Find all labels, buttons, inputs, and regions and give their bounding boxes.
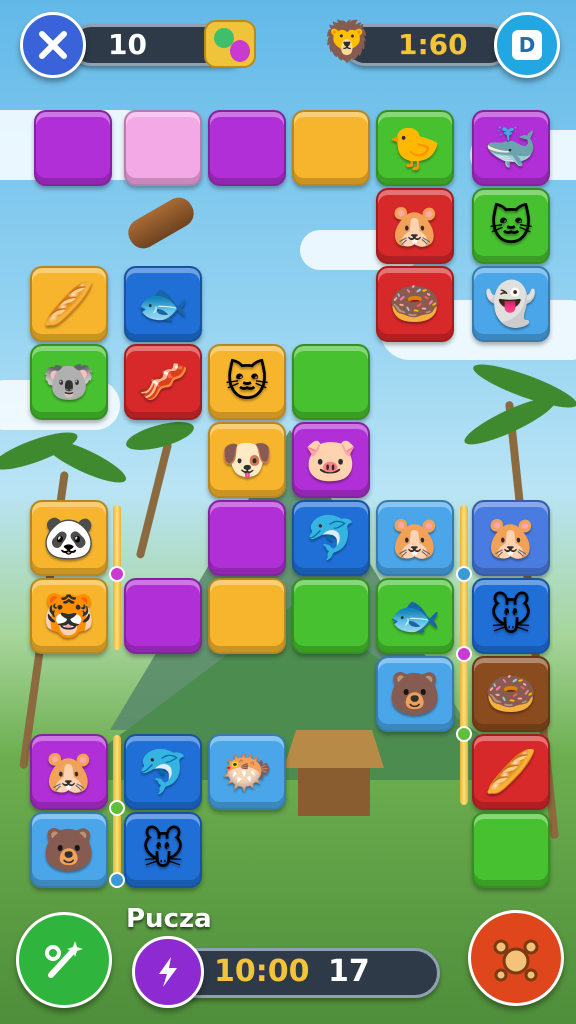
tile-animal-icon: 🐤 [388, 123, 442, 172]
tile-animal-icon: 🐭 [489, 591, 533, 640]
paw-icon [493, 939, 539, 982]
board-tile[interactable]: 🐬 [292, 500, 370, 576]
tile-animal-icon: 👻 [484, 279, 538, 328]
tile-animal-icon: 🐹 [42, 747, 96, 796]
board-tile[interactable] [124, 578, 202, 654]
tile-animal-icon: 🐨 [42, 357, 96, 406]
tile-animal-icon: 🐟 [388, 591, 442, 640]
board-tile[interactable]: 🐹 [376, 188, 454, 264]
tile-animal-icon: 🥖 [484, 747, 538, 796]
link-node [109, 872, 125, 888]
board-tile[interactable]: 🐶 [208, 422, 286, 498]
tile-animal-icon: 🐬 [136, 747, 190, 796]
link-node [456, 726, 472, 742]
board-tile[interactable]: 🐬 [124, 734, 202, 810]
moves-counter: 10 [108, 28, 147, 61]
balloon-icon [204, 20, 256, 68]
board-tile[interactable] [472, 812, 550, 888]
board-tile[interactable]: 🐼 [30, 500, 108, 576]
board-tile[interactable] [208, 500, 286, 576]
board-tile[interactable]: 🍩 [472, 656, 550, 732]
tile-animal-icon: 🐬 [304, 513, 358, 562]
board-tile[interactable]: 🐭 [124, 812, 202, 888]
link-node [456, 566, 472, 582]
board-tile[interactable]: 👻 [472, 266, 550, 342]
lightning-button[interactable] [132, 936, 204, 1008]
board-tile[interactable] [34, 110, 112, 186]
fox-avatar-icon: 🦁 [322, 19, 372, 65]
tile-animal-icon: 🐳 [484, 123, 538, 172]
player-name: Pucza [126, 904, 212, 934]
tile-animal-icon: 🥓 [136, 357, 190, 406]
wand-button[interactable] [16, 912, 112, 1008]
board-tile[interactable]: 🐨 [30, 344, 108, 420]
board-tile[interactable]: 🐤 [376, 110, 454, 186]
wand-sparkle-icon [45, 941, 83, 978]
tile-animal-icon: 🐭 [141, 825, 185, 874]
board-tile[interactable]: 🐯 [30, 578, 108, 654]
board-tile[interactable]: 🐹 [30, 734, 108, 810]
tile-animal-icon: 🐶 [220, 435, 274, 484]
link-node [109, 566, 125, 582]
tile-animal-icon: 🥖 [42, 279, 96, 328]
board-tile[interactable]: 🐡 [208, 734, 286, 810]
board-tile[interactable]: 🥓 [124, 344, 202, 420]
tile-animal-icon: 🐱 [489, 201, 533, 250]
tile-animal-icon: 🐼 [42, 513, 96, 562]
lightning-icon [159, 957, 177, 987]
badge-label: D [518, 33, 536, 57]
close-button[interactable] [20, 12, 86, 78]
link-node [109, 800, 125, 816]
tile-animal-icon: 🐹 [484, 513, 538, 562]
board-tile[interactable]: 🐹 [472, 500, 550, 576]
board-tile[interactable] [292, 110, 370, 186]
board-tile[interactable]: 🐻 [30, 812, 108, 888]
board-tile[interactable] [124, 110, 202, 186]
tile-animal-icon: 🍩 [484, 669, 538, 718]
tile-animal-icon: 🐹 [388, 513, 442, 562]
tile-animal-icon: 🐱 [225, 357, 269, 406]
tile-animal-icon: 🐡 [220, 747, 274, 796]
board-tile[interactable] [208, 110, 286, 186]
time-display: 10:00 [214, 954, 310, 989]
board-tile[interactable] [292, 578, 370, 654]
board-tile[interactable]: 🐱 [208, 344, 286, 420]
timer-text: 1:60 [398, 28, 468, 61]
board-tile[interactable]: 🍩 [376, 266, 454, 342]
badge-button[interactable]: D [494, 12, 560, 78]
board-tile[interactable]: 🐟 [376, 578, 454, 654]
board-tile[interactable]: 🐭 [472, 578, 550, 654]
close-icon [39, 31, 67, 59]
board-tile[interactable] [292, 344, 370, 420]
tile-animal-icon: 🐹 [388, 201, 442, 250]
tile-animal-icon: 🐯 [42, 591, 96, 640]
board-tile[interactable]: 🐳 [472, 110, 550, 186]
board-tile[interactable]: 🐷 [292, 422, 370, 498]
board-tile[interactable]: 🥖 [472, 734, 550, 810]
tile-animal-icon: 🍩 [388, 279, 442, 328]
board-tile[interactable] [208, 578, 286, 654]
tile-animal-icon: 🐻 [388, 669, 442, 718]
tile-animal-icon: 🐻 [42, 825, 96, 874]
paw-button[interactable] [468, 910, 564, 1006]
link-node [456, 646, 472, 662]
board-tile[interactable]: 🥖 [30, 266, 108, 342]
tile-animal-icon: 🐟 [136, 279, 190, 328]
board-tile[interactable]: 🐻 [376, 656, 454, 732]
board-tile[interactable]: 🐱 [472, 188, 550, 264]
count-display: 17 [328, 954, 370, 989]
wood-log-icon [123, 192, 199, 254]
game-screen: 10 🦁 1:60 D 🐤 🐳 🐹 🐱 🥖 🐟 🍩 👻 🐨 🥓 🐱 🐶 🐷 🐼 🐬 🐹 🐹 🐯 🐟 🐭 🐻 🍩 🐹 🐬 🐡 🥖 🐻 🐭… [0, 0, 576, 1024]
tile-animal-icon: 🐷 [304, 435, 358, 484]
board-tile[interactable]: 🐟 [124, 266, 202, 342]
board-tile[interactable]: 🐹 [376, 500, 454, 576]
jungle-hut [284, 730, 384, 820]
